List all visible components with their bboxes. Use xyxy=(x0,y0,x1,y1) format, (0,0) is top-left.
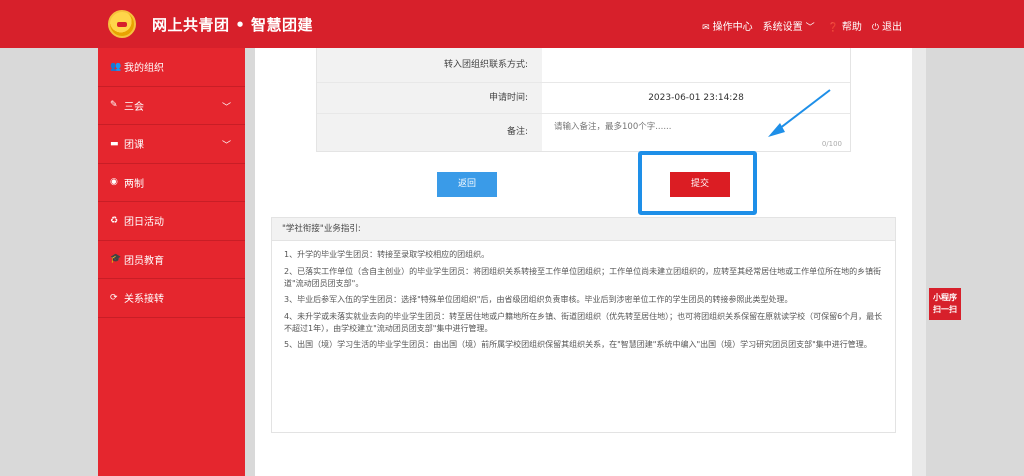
mini-program-line1: 小程序 xyxy=(933,293,957,302)
mini-program-qr-button[interactable]: 小程序 扫一扫 xyxy=(929,288,961,320)
guide-body: 1、升学的毕业学生团员：转接至录取学校相应的团组织。 2、已落实工作单位（含自主… xyxy=(272,241,895,351)
guide-item: 5、出国（境）学习生活的毕业学生团员：由出国（境）前所属学校团组织保留其组织关系… xyxy=(284,340,872,349)
guide-title: "学社衔接"业务指引: xyxy=(272,218,895,241)
mini-program-line2: 扫一扫 xyxy=(933,305,957,314)
guide-item: 3、毕业后参军入伍的学生团员：选择"特殊单位团组织"后，由省级团组织负责审核。毕… xyxy=(284,295,793,304)
guide-item: 2、已落实工作单位（含自主创业）的毕业学生团员：将团组织关系转接至工作单位团组织… xyxy=(284,266,882,288)
guide-box: "学社衔接"业务指引: 1、升学的毕业学生团员：转接至录取学校相应的团组织。 2… xyxy=(271,217,896,433)
guide-item: 4、未升学或未落实就业去向的毕业学生团员：转至居住地或户籍地所在乡镇、街道团组织… xyxy=(284,311,883,333)
guide-item: 1、升学的毕业学生团员：转接至录取学校相应的团组织。 xyxy=(284,250,490,259)
